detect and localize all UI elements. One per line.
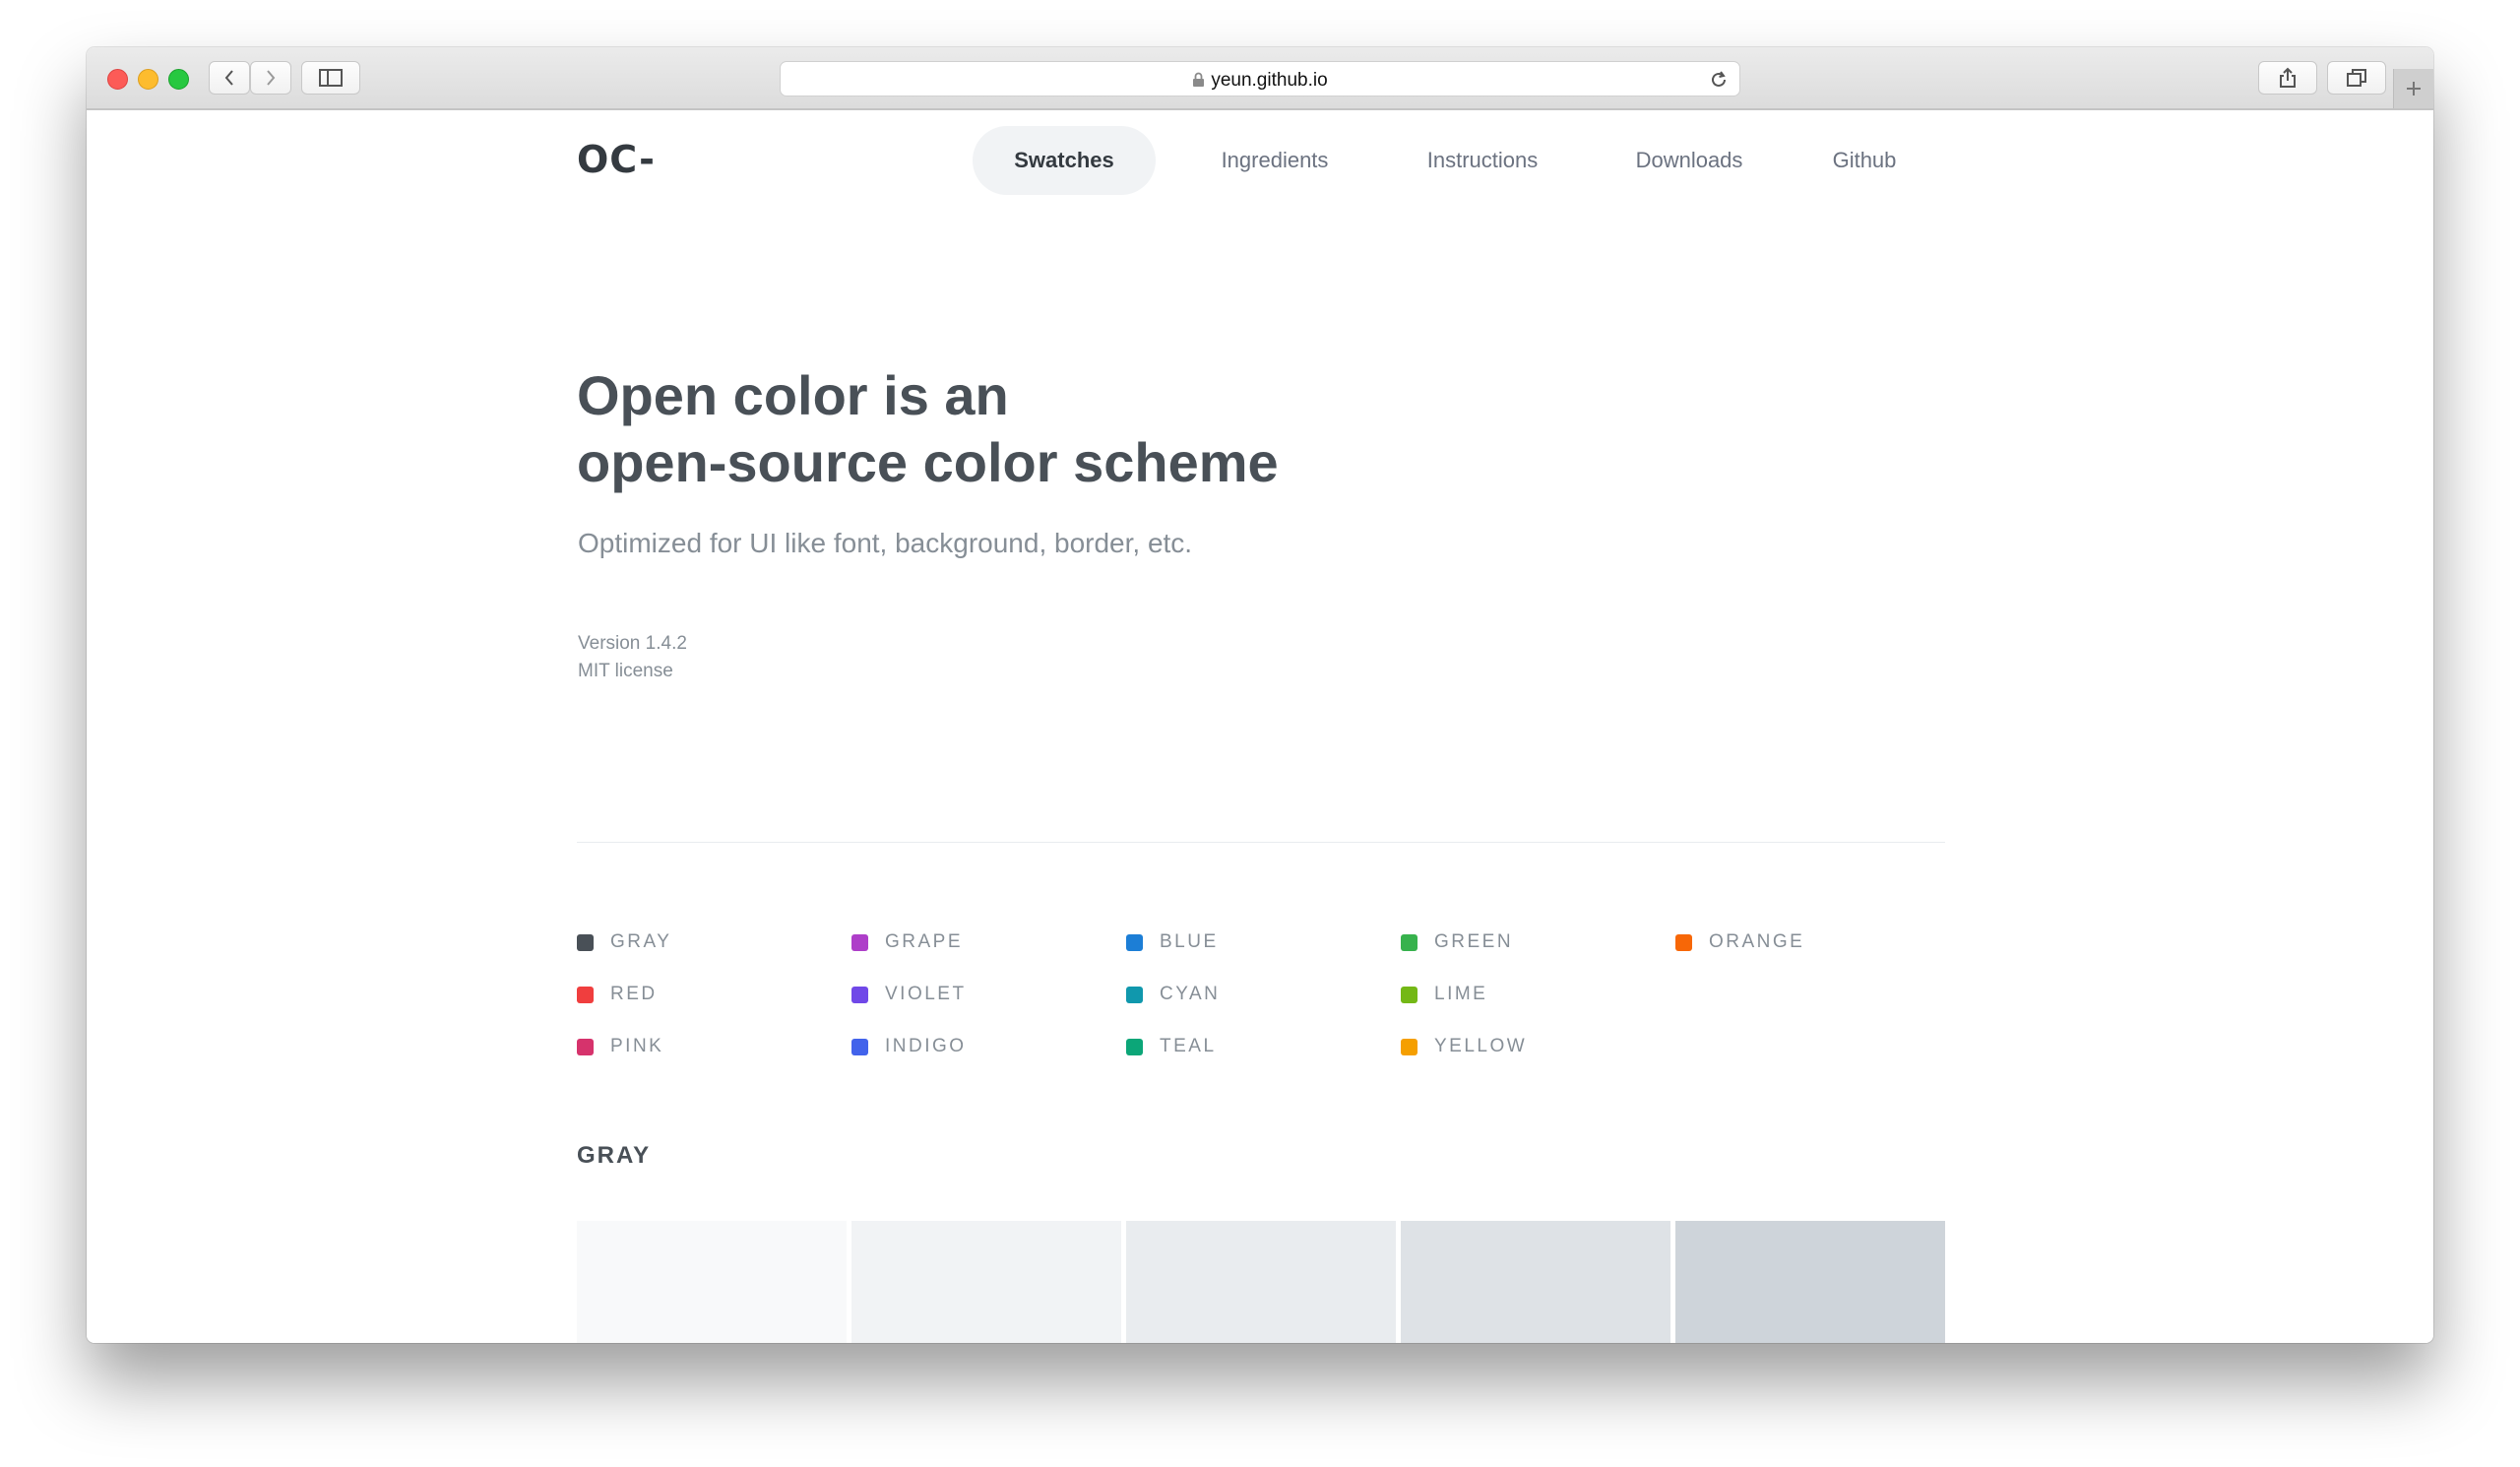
plus-icon <box>2407 82 2421 96</box>
legend-swatch <box>851 1039 868 1055</box>
address-bar[interactable]: yeun.github.io <box>780 61 1740 96</box>
legend-label: PINK <box>610 1036 664 1056</box>
legend-swatch <box>1401 934 1418 951</box>
lock-icon <box>1193 72 1205 87</box>
section-divider <box>577 842 1945 843</box>
gray-swatch-1[interactable] <box>851 1221 1121 1343</box>
share-button[interactable] <box>2258 61 2317 95</box>
zoom-window-button[interactable] <box>168 69 189 90</box>
hero-subtitle: Optimized for UI like font, background, … <box>578 528 1193 558</box>
legend-swatch <box>577 1039 594 1055</box>
close-window-button[interactable] <box>107 69 128 90</box>
browser-window: yeun.github.io OC- Swatches Ingredients … <box>87 47 2433 1343</box>
legend-swatch <box>851 987 868 1003</box>
version-info: Version 1.4.2 MIT license <box>578 630 687 685</box>
nav-swatches[interactable]: Swatches <box>973 126 1156 195</box>
sidebar-toggle-button[interactable] <box>301 61 360 95</box>
section-title-gray: GRAY <box>577 1142 652 1169</box>
legend-label: GRAPE <box>885 931 964 952</box>
legend-swatch <box>1126 934 1143 951</box>
legend-swatch <box>577 987 594 1003</box>
browser-toolbar: yeun.github.io <box>87 47 2433 110</box>
legend-swatch <box>851 934 868 951</box>
chevron-right-icon <box>267 70 276 86</box>
legend-swatch <box>1401 987 1418 1003</box>
share-icon <box>2280 67 2296 88</box>
legend-swatch <box>1126 987 1143 1003</box>
hero-title-line-2: open-source color scheme <box>577 431 1279 493</box>
legend-label: BLUE <box>1160 931 1219 952</box>
legend-label: ORANGE <box>1709 931 1805 952</box>
page-content: OC- Swatches Ingredients Instructions Do… <box>87 110 2433 1343</box>
tabs-icon <box>2347 69 2366 87</box>
nav-ingredients[interactable]: Ingredients <box>1191 126 1358 195</box>
reload-icon[interactable] <box>1708 69 1730 91</box>
nav-downloads[interactable]: Downloads <box>1606 126 1772 195</box>
legend-label: LIME <box>1434 984 1488 1004</box>
legend-label: GRAY <box>610 931 672 952</box>
gray-swatch-0[interactable] <box>577 1221 847 1343</box>
nav-github[interactable]: Github <box>1807 126 1922 195</box>
url-text: yeun.github.io <box>1211 70 1328 91</box>
legend-swatch <box>1675 934 1692 951</box>
gray-swatch-3[interactable] <box>1401 1221 1670 1343</box>
tabs-overview-button[interactable] <box>2327 61 2386 95</box>
legend-label: RED <box>610 984 658 1004</box>
nav-instructions[interactable]: Instructions <box>1394 126 1571 195</box>
chevron-left-icon <box>224 70 233 86</box>
license-text: MIT license <box>578 661 673 681</box>
forward-button[interactable] <box>250 61 291 95</box>
hero-title-line-1: Open color is an <box>577 364 1009 426</box>
gray-swatch-4[interactable] <box>1675 1221 1945 1343</box>
legend-label: VIOLET <box>885 984 967 1004</box>
legend-swatch <box>1401 1039 1418 1055</box>
legend-swatch <box>1126 1039 1143 1055</box>
gray-swatch-2[interactable] <box>1126 1221 1396 1343</box>
legend-label: INDIGO <box>885 1036 967 1056</box>
legend-label: CYAN <box>1160 984 1221 1004</box>
version-text: Version 1.4.2 <box>578 633 687 654</box>
legend-label: TEAL <box>1160 1036 1217 1056</box>
main-nav: Swatches Ingredients Instructions Downlo… <box>87 126 2433 195</box>
legend-swatch <box>577 934 594 951</box>
sidebar-icon <box>319 69 343 87</box>
back-button[interactable] <box>209 61 250 95</box>
legend-label: GREEN <box>1434 931 1514 952</box>
legend-label: YELLOW <box>1434 1036 1528 1056</box>
hero-title: Open color is an open-source color schem… <box>577 362 1279 496</box>
minimize-window-button[interactable] <box>138 69 158 90</box>
new-tab-button[interactable] <box>2393 69 2433 108</box>
